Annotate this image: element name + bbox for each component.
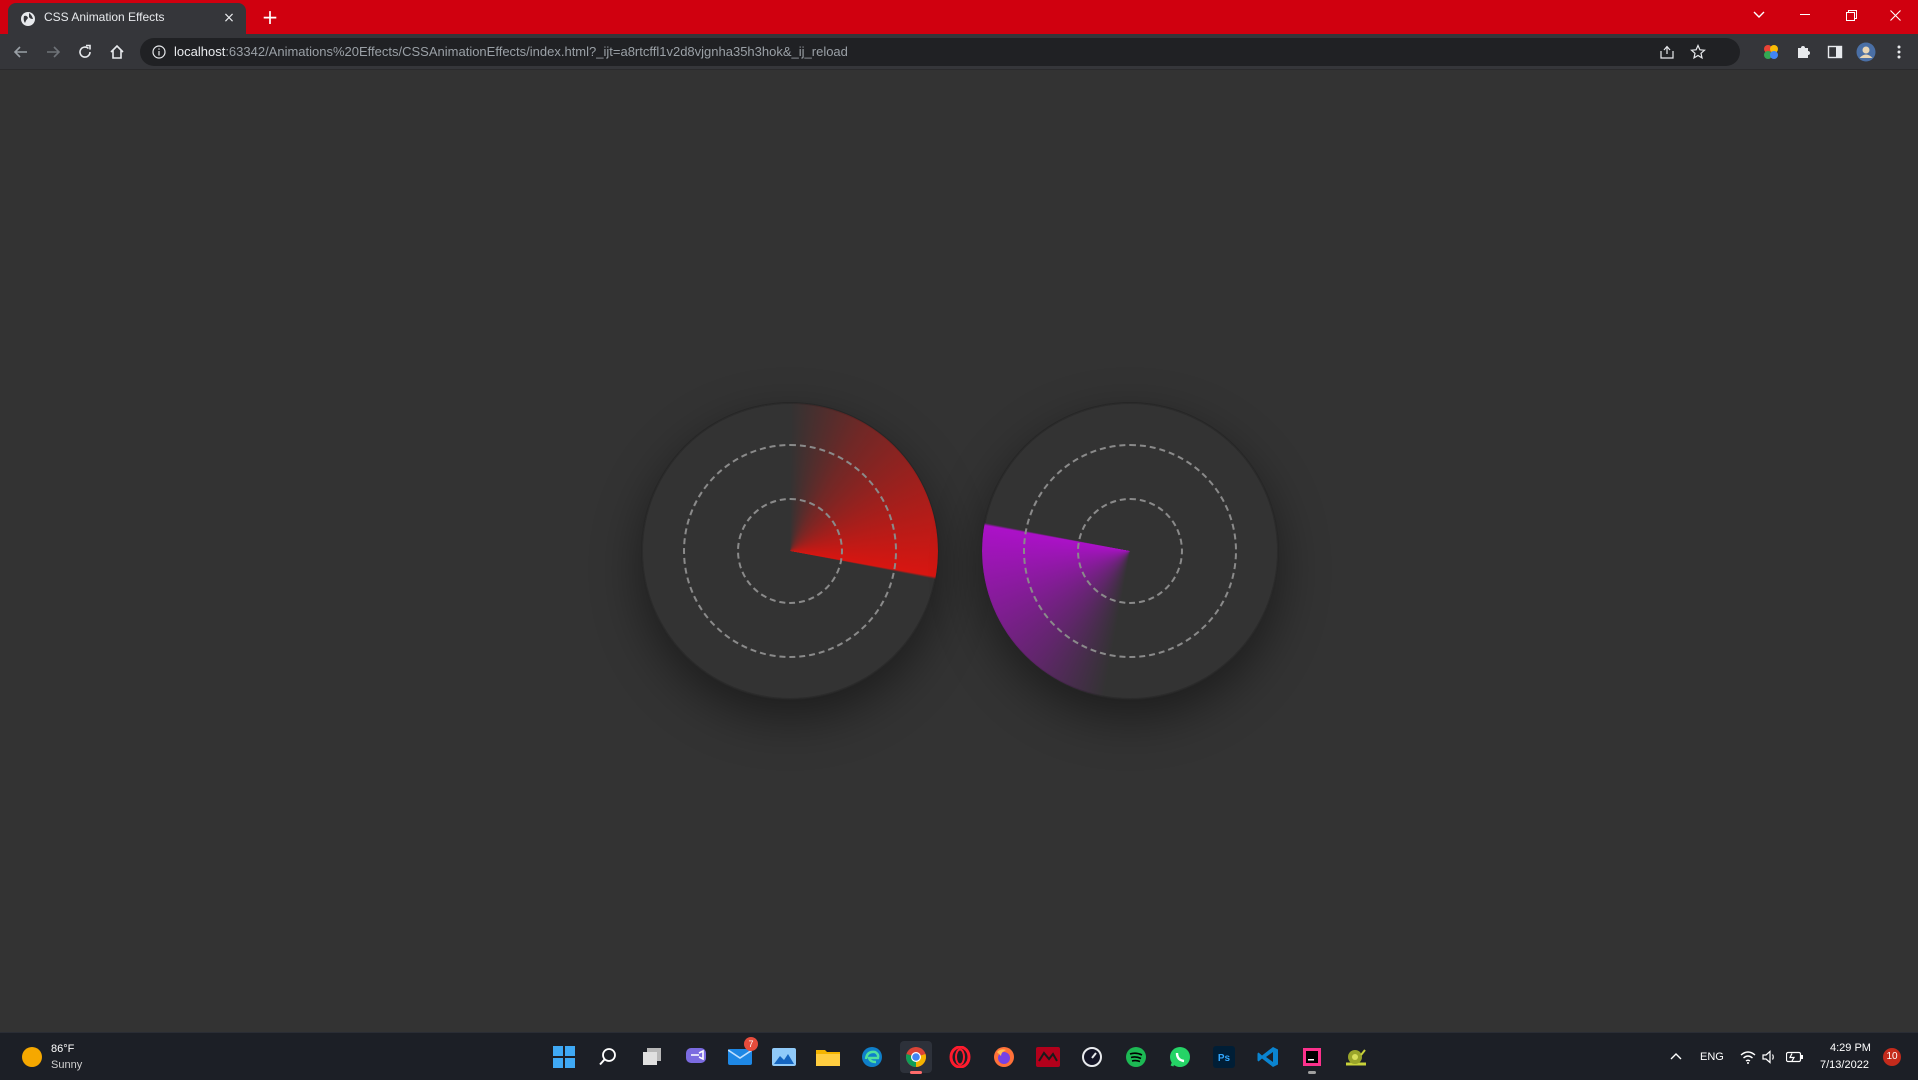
arrow-left-icon [13,46,27,58]
star-icon[interactable] [1690,44,1706,60]
red-radar [642,403,938,699]
close-icon [1889,9,1901,21]
snail-app-button[interactable] [1340,1041,1372,1073]
red-app-icon [1036,1047,1060,1067]
profile-button[interactable] [1855,41,1877,63]
active-tab[interactable]: CSS Animation Effects × [8,3,246,34]
side-panel-icon [1827,45,1843,59]
wifi-icon[interactable] [1740,1050,1756,1064]
windows-taskbar: 86°F Sunny 7 Ps ENG 4:29 PM 7/13/2022 10 [0,1032,1918,1080]
windows-logo-icon [553,1046,575,1068]
svg-text:Ps: Ps [1218,1053,1231,1064]
avatar-icon [1856,42,1876,62]
clock-date[interactable]: 7/13/2022 [1820,1059,1869,1071]
task-view-icon [643,1048,661,1065]
snail-icon [1346,1049,1366,1066]
side-panel-button[interactable] [1824,41,1846,63]
home-button[interactable] [104,39,130,65]
edge-icon [862,1047,882,1067]
vscode-button[interactable] [1252,1041,1284,1073]
photoshop-button[interactable]: Ps [1208,1041,1240,1073]
minimize-icon [1800,14,1810,15]
opera-icon [949,1046,971,1068]
weather-condition[interactable]: Sunny [51,1059,82,1071]
chevron-up-icon[interactable] [1670,1052,1682,1060]
webstorm-running-indicator [1308,1071,1316,1074]
purple-radar-inner-ring [1077,498,1183,604]
puzzle-icon [1798,46,1810,58]
spotify-icon [1126,1047,1146,1067]
address-bar[interactable]: localhost:63342/Animations%20Effects/CSS… [140,38,1740,66]
weather-temperature[interactable]: 86°F [51,1043,74,1055]
start-button[interactable] [548,1041,580,1073]
chevron-down-icon [1753,11,1765,18]
edge-button[interactable] [856,1041,888,1073]
share-icon[interactable] [1660,45,1674,59]
sun-icon[interactable] [22,1047,42,1067]
extensions-button[interactable] [1792,41,1814,63]
arrow-right-icon [47,46,61,58]
restore-icon [1845,9,1857,21]
chrome-running-indicator [910,1071,922,1074]
page-content [0,70,1918,1032]
app-red-button[interactable] [1032,1041,1064,1073]
vscode-icon [1257,1047,1278,1067]
url-path: :63342/Animations%20Effects/CSSAnimation… [225,44,848,59]
url-host: localhost [174,44,226,59]
chrome-icon [906,1047,926,1067]
battery-icon[interactable] [1786,1051,1804,1063]
tab-close-button[interactable]: × [220,9,238,27]
jetbrains-icon [1303,1048,1321,1066]
tab-search-button[interactable] [1736,0,1782,30]
search-icon [599,1048,616,1066]
reload-icon [79,44,91,58]
browser-toolbar: localhost:63342/Animations%20Effects/CSS… [0,34,1918,70]
extension-colorful-button[interactable] [1760,41,1782,63]
photoshop-icon: Ps [1213,1046,1235,1068]
webstorm-button[interactable] [1296,1041,1328,1074]
mail-button[interactable]: 7 [724,1037,758,1073]
browser-title-bar: CSS Animation Effects × + [0,0,1918,34]
volume-icon[interactable] [1762,1050,1778,1064]
new-tab-button[interactable]: + [258,6,282,30]
whatsapp-icon [1170,1047,1190,1067]
whatsapp-button[interactable] [1164,1041,1196,1073]
menu-button[interactable] [1888,41,1910,63]
photos-button[interactable] [768,1041,800,1073]
red-radar-inner-ring [737,498,843,604]
firefox-icon [994,1047,1014,1067]
minimize-button[interactable] [1782,0,1828,30]
google-extension-icon [1764,45,1778,59]
task-view-button[interactable] [636,1041,668,1073]
folder-icon [816,1050,840,1066]
chat-icon [686,1048,706,1063]
clock-time[interactable]: 4:29 PM [1830,1042,1871,1054]
chrome-button[interactable] [900,1041,932,1074]
close-window-button[interactable] [1872,0,1918,30]
globe-icon [21,12,35,26]
home-icon [110,44,124,59]
mail-badge: 7 [744,1037,758,1051]
restore-button[interactable] [1828,0,1874,30]
tab-title: CSS Animation Effects [44,10,165,24]
url-text: localhost:63342/Animations%20Effects/CSS… [174,44,848,59]
speedometer-icon [1082,1047,1102,1067]
forward-button[interactable] [40,39,66,65]
firefox-button[interactable] [988,1041,1020,1073]
teams-chat-button[interactable] [680,1041,712,1073]
opera-button[interactable] [944,1041,976,1073]
notification-badge[interactable]: 10 [1883,1048,1901,1066]
file-explorer-button[interactable] [812,1041,844,1073]
spotify-button[interactable] [1120,1041,1152,1073]
language-indicator[interactable]: ENG [1700,1051,1724,1063]
reload-button[interactable] [72,39,98,65]
back-button[interactable] [8,39,34,65]
search-button[interactable] [592,1041,624,1073]
info-icon[interactable] [152,45,166,59]
kebab-menu-icon [1897,45,1901,59]
purple-radar [982,403,1278,699]
photos-icon [772,1048,796,1066]
speedtest-button[interactable] [1076,1041,1108,1073]
